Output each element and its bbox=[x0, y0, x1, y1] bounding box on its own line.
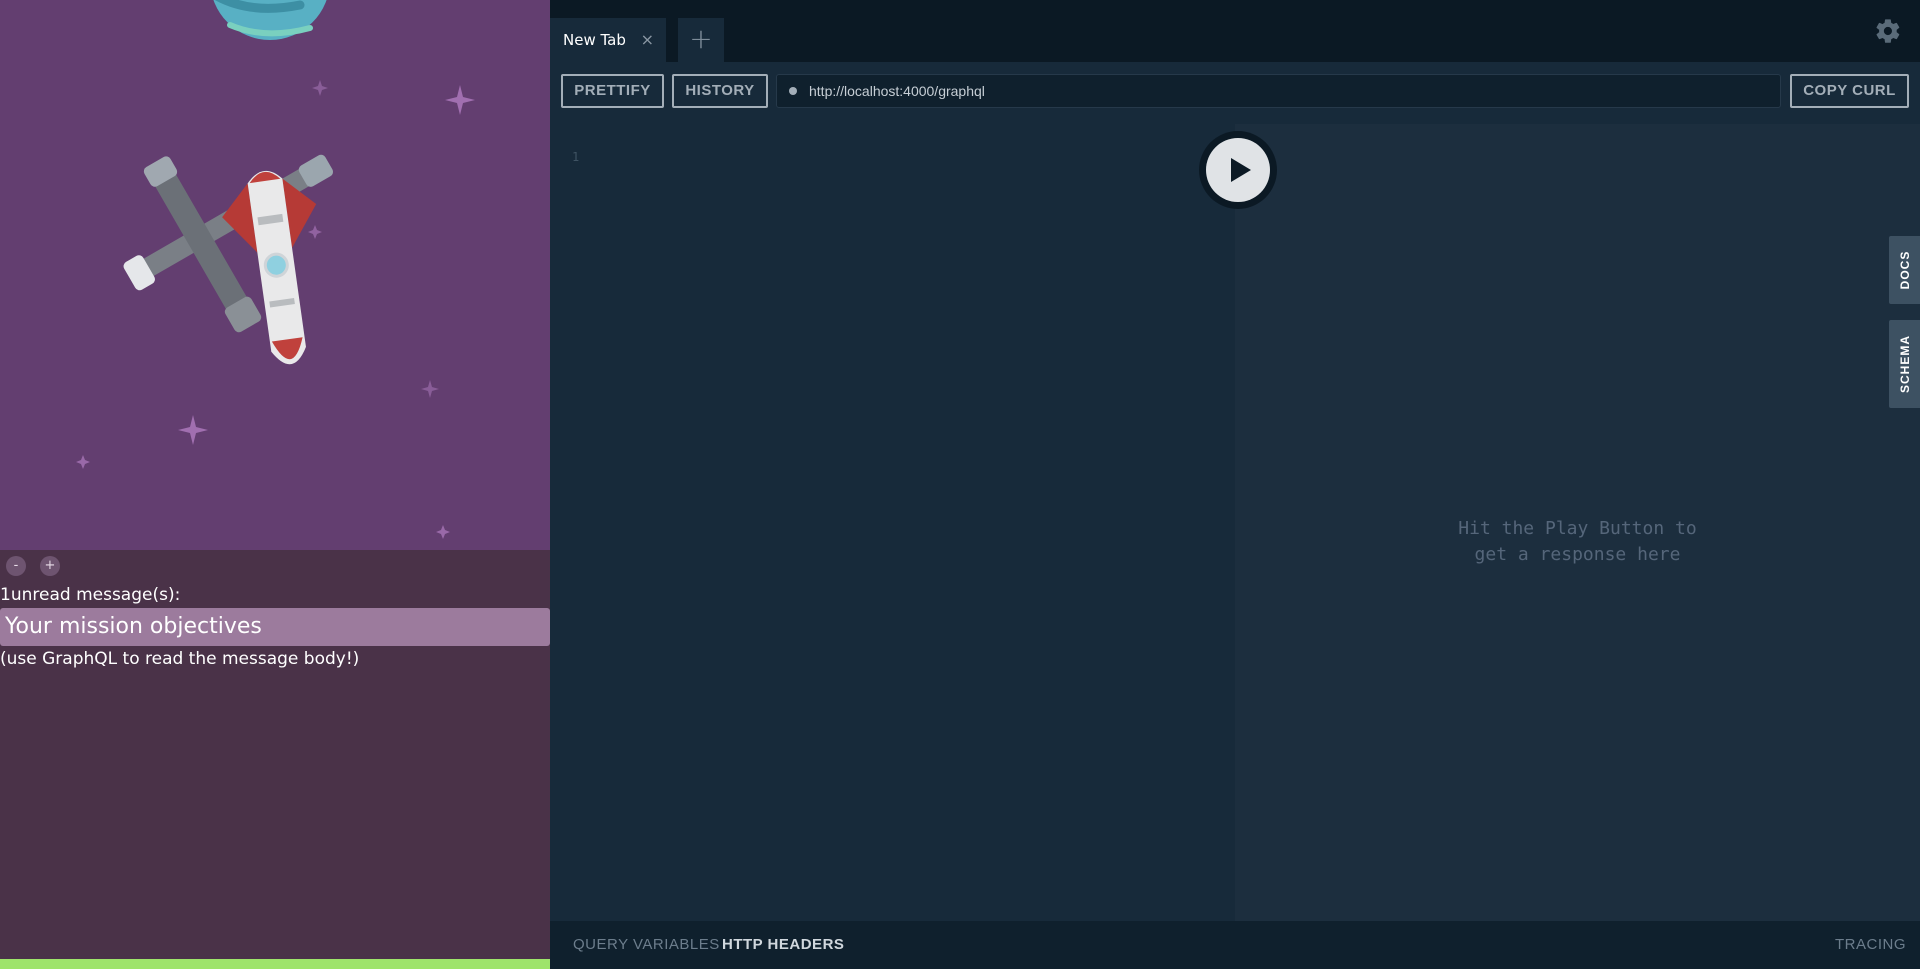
result-panel: Hit the Play Button to get a response he… bbox=[1235, 124, 1920, 921]
play-button[interactable] bbox=[1199, 131, 1277, 209]
query-variables-tab[interactable]: QUERY VARIABLES bbox=[573, 921, 720, 969]
line-number: 1 bbox=[572, 150, 580, 164]
planet-icon bbox=[213, 0, 327, 40]
rocket-icon bbox=[222, 171, 317, 365]
result-hint-line-2: get a response here bbox=[1474, 544, 1681, 565]
space-scene bbox=[0, 0, 550, 550]
result-hint: Hit the Play Button to get a response he… bbox=[1235, 516, 1920, 568]
tab-bar: New Tab × + bbox=[550, 0, 1920, 62]
docs-tab[interactable]: DOCS bbox=[1889, 236, 1920, 304]
close-icon[interactable]: × bbox=[641, 18, 654, 62]
unread-count: 1 bbox=[0, 585, 11, 605]
tab-label: New Tab bbox=[563, 31, 626, 49]
zoom-controls: - + bbox=[6, 556, 60, 576]
gear-icon[interactable] bbox=[1874, 17, 1902, 45]
schema-tab[interactable]: SCHEMA bbox=[1889, 320, 1920, 408]
toolbar: PRETTIFY HISTORY http://localhost:4000/g… bbox=[550, 62, 1920, 124]
bottom-bar: QUERY VARIABLES HTTP HEADERS TRACING bbox=[550, 921, 1920, 969]
zoom-out-button[interactable]: - bbox=[6, 556, 26, 576]
plus-icon[interactable]: + bbox=[678, 18, 724, 62]
result-hint-line-1: Hit the Play Button to bbox=[1458, 518, 1697, 539]
query-editor[interactable]: 1 bbox=[550, 124, 1235, 921]
message-item[interactable]: Your mission objectives bbox=[0, 608, 550, 646]
zoom-in-button[interactable]: + bbox=[40, 556, 60, 576]
endpoint-input[interactable]: http://localhost:4000/graphql bbox=[776, 74, 1781, 108]
schema-label: SCHEMA bbox=[1897, 334, 1912, 394]
tracing-tab[interactable]: TRACING bbox=[1835, 921, 1906, 969]
progress-fill bbox=[0, 959, 550, 969]
copy-curl-button[interactable]: COPY CURL bbox=[1790, 74, 1909, 108]
hint-text: (use GraphQL to read the message body!) bbox=[0, 649, 360, 669]
unread-text: unread message(s): bbox=[10, 585, 181, 605]
prettify-button[interactable]: PRETTIFY bbox=[561, 74, 664, 108]
history-button[interactable]: HISTORY bbox=[672, 74, 768, 108]
tab-new-tab[interactable]: New Tab × bbox=[550, 18, 666, 62]
graphql-playground: New Tab × + PRETTIFY HISTORY http://loca… bbox=[550, 0, 1920, 969]
game-panel: - + 1unread message(s): Your mission obj… bbox=[0, 0, 550, 969]
endpoint-url: http://localhost:4000/graphql bbox=[809, 83, 985, 99]
play-icon bbox=[1231, 158, 1251, 182]
http-headers-tab[interactable]: HTTP HEADERS bbox=[722, 921, 844, 969]
status-dot bbox=[789, 87, 797, 95]
docs-label: DOCS bbox=[1897, 250, 1912, 290]
progress-bar bbox=[0, 959, 550, 969]
play-button-face bbox=[1206, 138, 1270, 202]
unread-count-label: 1unread message(s): bbox=[0, 585, 180, 605]
